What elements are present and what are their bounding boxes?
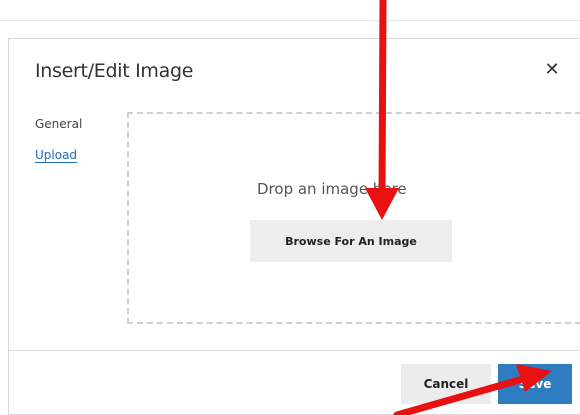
cancel-button[interactable]: Cancel [401,364,491,404]
dialog-title: Insert/Edit Image [35,60,194,82]
close-icon[interactable]: ✕ [541,59,563,81]
save-button[interactable]: Save [498,364,572,404]
insert-edit-image-dialog: Insert/Edit Image ✕ General Upload Drop … [8,38,580,415]
backdrop-divider [0,20,580,21]
browse-image-button[interactable]: Browse For An Image [250,220,452,262]
tab-general[interactable]: General [35,117,82,131]
tab-upload[interactable]: Upload [35,148,77,162]
dropzone-text: Drop an image here [257,180,407,198]
footer-divider [9,350,580,351]
image-dropzone[interactable] [127,112,580,324]
